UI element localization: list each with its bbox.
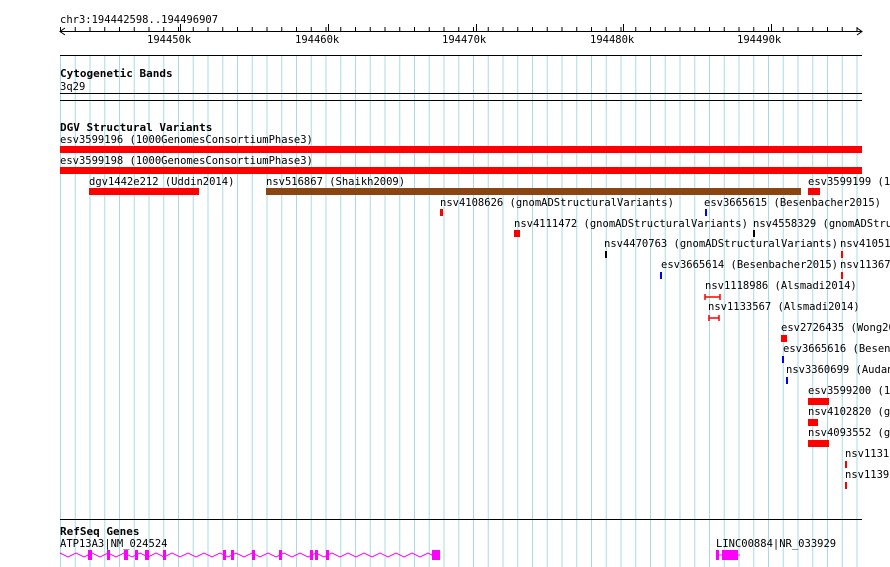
dgv-feature-label[interactable]: nsv1133567 (Alsmadi2014) — [708, 301, 860, 313]
dgv-feature-label[interactable]: esv3599198 (1000GenomesConsortiumPhase3) — [60, 155, 313, 167]
gene-exon[interactable] — [326, 550, 329, 560]
gene-exon[interactable] — [432, 550, 440, 560]
dgv-feature-bar[interactable] — [60, 167, 862, 174]
dgv-feature-bar[interactable] — [808, 398, 829, 405]
cytoband-track-title[interactable]: Cytogenetic Bands — [60, 68, 173, 80]
gene-exon[interactable] — [716, 550, 719, 560]
dgv-feature-bar[interactable] — [753, 230, 755, 237]
dgv-feature-label[interactable]: dgv1442e212 (Uddin2014) — [89, 176, 234, 188]
gene-exon[interactable] — [310, 550, 313, 560]
dgv-feature-bar[interactable] — [266, 188, 801, 195]
dgv-feature-label[interactable]: nsv11393 — [845, 469, 890, 481]
gene-exon[interactable] — [107, 550, 110, 560]
dgv-feature-bar[interactable] — [786, 377, 788, 384]
gene-exon[interactable] — [145, 550, 149, 560]
gene-exon[interactable] — [279, 550, 282, 560]
dgv-feature-label[interactable]: nsv516867 (Shaikh2009) — [266, 176, 405, 188]
dgv-feature-bar[interactable] — [605, 251, 607, 258]
dgv-feature-bar[interactable] — [89, 188, 199, 195]
dgv-feature-bar[interactable] — [514, 230, 520, 237]
dgv-feature-bar[interactable] — [841, 251, 843, 258]
dgv-feature-label[interactable]: esv3599200 (10 — [808, 385, 890, 397]
dgv-feature-bar[interactable] — [60, 146, 862, 153]
position-label: chr3:194442598..194496907 — [60, 14, 219, 26]
gene-exon[interactable] — [315, 550, 318, 560]
dgv-feature-label[interactable]: nsv4093552 (gn — [808, 427, 890, 439]
dgv-feature-bar[interactable] — [845, 482, 847, 489]
dgv-feature-label[interactable]: esv3665615 (Besenbacher2015) — [704, 197, 881, 209]
dgv-feature-bar[interactable] — [705, 209, 707, 216]
ruler-tick-label: 194450k — [147, 34, 192, 46]
genome-browser-track-panel[interactable]: chr3:194442598..194496907 194450k 194460… — [0, 0, 890, 567]
dgv-feature-label[interactable]: esv3665614 (Besenbacher2015) — [661, 259, 838, 271]
dgv-feature-bar[interactable] — [782, 356, 784, 363]
gene-exon[interactable] — [223, 550, 226, 560]
dgv-feature-bar[interactable] — [841, 272, 843, 279]
gene-exon[interactable] — [124, 550, 128, 560]
refseq-track-title[interactable]: RefSeq Genes — [60, 526, 139, 538]
dgv-feature-bar[interactable] — [808, 419, 818, 426]
dgv-feature-bar[interactable] — [781, 335, 787, 342]
dgv-feature-label[interactable]: nsv4558329 (gnomADStruc — [753, 218, 890, 230]
dgv-feature-label[interactable]: nsv113679 — [840, 259, 890, 271]
dgv-feature-label[interactable]: esv3599196 (1000GenomesConsortiumPhase3) — [60, 134, 313, 146]
dgv-feature-bar[interactable] — [440, 209, 443, 216]
ruler-tick-label: 194460k — [295, 34, 340, 46]
dgv-feature-bar[interactable] — [845, 461, 847, 468]
dgv-feature-label[interactable]: nsv41051 — [840, 238, 890, 250]
ruler-tick-label: 194490k — [737, 34, 782, 46]
dgv-feature-label[interactable]: esv3665616 (Besenb — [783, 343, 890, 355]
dgv-feature-label[interactable]: nsv4102820 (gn — [808, 406, 890, 418]
dgv-feature-label[interactable]: nsv4108626 (gnomADStructuralVariants) — [440, 197, 674, 209]
dgv-feature-label[interactable]: esv3599199 (10 — [808, 176, 890, 188]
gene-exon[interactable] — [252, 550, 255, 560]
gene-exon[interactable] — [722, 550, 738, 560]
dgv-feature-label[interactable]: nsv4111472 (gnomADStructuralVariants) — [514, 218, 748, 230]
gene-exon[interactable] — [231, 550, 234, 560]
gene-label[interactable]: LINC00884|NR_033929 — [716, 538, 836, 550]
dgv-feature-label[interactable]: nsv1118986 (Alsmadi2014) — [705, 280, 857, 292]
ruler-tick-label: 194480k — [590, 34, 635, 46]
gene-exon[interactable] — [163, 550, 166, 560]
dgv-feature-bar[interactable] — [660, 272, 662, 279]
dgv-track-title[interactable]: DGV Structural Variants — [60, 122, 212, 134]
gene-exon[interactable] — [88, 550, 92, 560]
gene-exon[interactable] — [135, 550, 138, 560]
dgv-feature-label[interactable]: nsv4470763 (gnomADStructuralVariants) — [604, 238, 838, 250]
dgv-feature-label[interactable]: nsv3360699 (Audano — [786, 364, 890, 376]
dgv-feature-label[interactable]: nsv11317 — [845, 448, 890, 460]
dgv-feature-bar[interactable] — [808, 188, 820, 195]
ruler-tick-label: 194470k — [442, 34, 487, 46]
cytoband-label: 3q29 — [60, 81, 86, 93]
gene-intron-line — [59, 552, 437, 558]
dgv-feature-bar[interactable] — [808, 440, 829, 447]
gene-label[interactable]: ATP13A3|NM_024524 — [60, 538, 167, 550]
dgv-feature-label[interactable]: esv2726435 (Wong20 — [781, 322, 890, 334]
